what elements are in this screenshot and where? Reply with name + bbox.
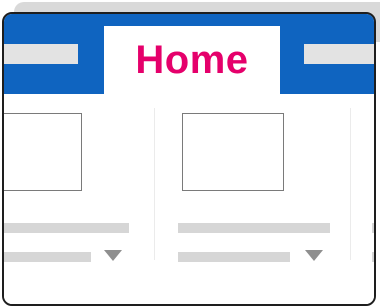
chevron-down-icon[interactable] — [104, 250, 122, 261]
tab-placeholder-right[interactable] — [304, 44, 374, 64]
chevron-down-icon[interactable] — [305, 250, 323, 261]
app-stage: Home — [0, 0, 380, 308]
group-1-line — [4, 223, 129, 233]
group-1-thumbnail[interactable] — [4, 113, 82, 191]
ribbon-group-3 — [350, 94, 374, 274]
group-2-thumbnail[interactable] — [182, 113, 284, 191]
group-3-line — [372, 223, 374, 233]
application-window: Home — [2, 12, 376, 306]
ribbon-group-1 — [4, 94, 154, 274]
group-2-line — [178, 223, 330, 233]
ribbon-content — [4, 94, 374, 304]
tab-placeholder-left[interactable] — [4, 44, 78, 64]
ribbon-tab-bar: Home — [4, 14, 374, 94]
tab-home[interactable]: Home — [104, 26, 280, 94]
group-2-dropdown-field[interactable] — [178, 252, 290, 262]
tab-home-label: Home — [135, 37, 249, 82]
group-1-dropdown-field[interactable] — [4, 252, 91, 262]
ribbon-group-2 — [154, 94, 350, 274]
group-3-dropdown-field[interactable] — [372, 252, 374, 262]
